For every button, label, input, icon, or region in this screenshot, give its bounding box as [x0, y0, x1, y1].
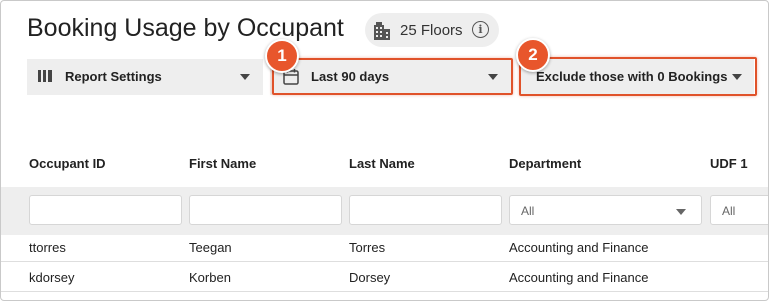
last-name-cell: Dorsey	[349, 270, 391, 285]
table-row[interactable]: kdorsey Korben Dorsey Accounting and Fin…	[1, 262, 768, 292]
highlight-box-1	[272, 58, 513, 95]
columns-icon	[38, 70, 52, 85]
highlight-box-2	[519, 57, 757, 96]
udf1-filter-select[interactable]: All	[710, 195, 768, 225]
callout-badge-2: 2	[516, 38, 550, 72]
column-header-udf1[interactable]: UDF 1	[710, 156, 748, 171]
filter-row: All All	[1, 187, 768, 235]
column-header-first-name[interactable]: First Name	[189, 156, 256, 171]
department-filter-select[interactable]: All	[509, 195, 702, 225]
first-name-cell: Korben	[189, 270, 231, 285]
page-title: Booking Usage by Occupant	[27, 14, 344, 42]
info-icon[interactable]: i	[472, 21, 489, 38]
first-name-filter-input[interactable]	[189, 195, 342, 225]
department-filter-value: All	[521, 204, 535, 218]
building-icon	[373, 21, 391, 45]
last-name-filter-input[interactable]	[349, 195, 502, 225]
last-name-cell: Torres	[349, 240, 386, 255]
first-name-cell: Teegan	[189, 240, 232, 255]
occupant-id-filter-input[interactable]	[29, 195, 182, 225]
column-header-occupant-id[interactable]: Occupant ID	[29, 156, 106, 171]
report-settings-label: Report Settings	[65, 69, 162, 84]
floors-pill[interactable]: 25 Floors i	[365, 13, 499, 47]
department-cell: Accounting and Finance	[509, 270, 649, 285]
occupant-id-cell: kdorsey	[29, 270, 75, 285]
callout-badge-1: 1	[265, 39, 299, 73]
chevron-down-icon	[676, 209, 686, 215]
report-settings-dropdown[interactable]: Report Settings	[27, 59, 263, 95]
udf1-filter-value: All	[722, 204, 736, 218]
occupant-id-cell: ttorres	[29, 240, 66, 255]
chevron-down-icon	[240, 74, 250, 80]
column-header-department[interactable]: Department	[509, 156, 581, 171]
floors-count: 25 Floors	[400, 22, 463, 39]
column-header-last-name[interactable]: Last Name	[349, 156, 415, 171]
table-row[interactable]: ttorres Teegan Torres Accounting and Fin…	[1, 232, 768, 262]
report-panel: Booking Usage by Occupant 25 Floors i Re…	[0, 0, 769, 301]
department-cell: Accounting and Finance	[509, 240, 649, 255]
